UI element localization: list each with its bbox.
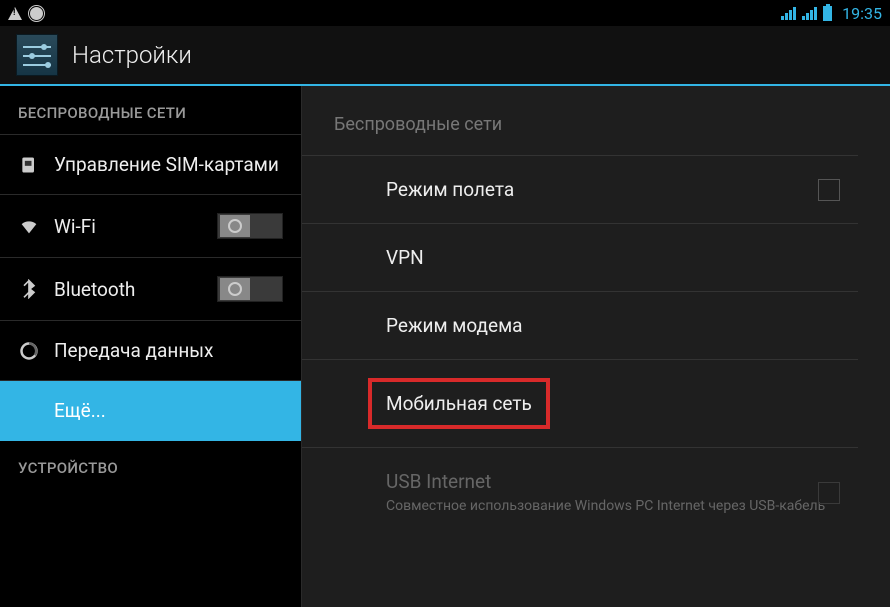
panel-item-tether[interactable]: Режим модема [302,292,858,360]
notification-icon [30,7,43,20]
sidebar-item-label: Ещё... [54,399,283,422]
sidebar-item-sim[interactable]: Управление SIM-картами [0,134,301,195]
sim-icon [18,154,40,176]
panel-item-label: Режим модема [386,314,523,337]
usb-checkbox [818,482,840,504]
sidebar-item-more[interactable]: Ещё... [0,381,301,441]
status-bar: 19:35 [0,0,890,26]
airplane-checkbox[interactable] [818,179,840,201]
sidebar-item-wifi[interactable]: Wi-Fi [0,195,301,258]
panel-item-label: USB Internet [386,470,491,493]
signal-icon [802,6,817,20]
panel-item-usb: USB Internet Совместное использование Wi… [302,448,858,537]
sidebar: БЕСПРОВОДНЫЕ СЕТИ Управление SIM-картами… [0,86,302,607]
wifi-toggle[interactable] [217,213,283,239]
section-header-wireless: БЕСПРОВОДНЫЕ СЕТИ [0,86,301,134]
bluetooth-toggle[interactable] [217,276,283,302]
panel-item-label: Режим полета [386,178,514,201]
sidebar-item-label: Wi-Fi [54,215,203,238]
panel-item-mobile[interactable]: Мобильная сеть [302,360,858,448]
blank-icon [18,400,40,422]
sidebar-item-bluetooth[interactable]: Bluetooth [0,258,301,321]
panel-item-label: Мобильная сеть [386,392,532,415]
section-header-device: УСТРОЙСТВО [0,441,301,489]
sidebar-item-label: Передача данных [54,339,283,362]
signal-icon [781,6,796,20]
panel-item-sub: Совместное использование Windows PC Inte… [386,497,858,515]
sidebar-item-data[interactable]: Передача данных [0,321,301,381]
settings-icon [16,34,58,76]
title-bar: Настройки [0,26,890,86]
content-panel: Беспроводные сети Режим полета VPN Режим… [302,86,890,607]
warning-icon [8,7,22,20]
bluetooth-icon [18,278,40,300]
panel-item-label: VPN [386,246,424,269]
page-title: Настройки [72,41,192,69]
clock: 19:35 [842,4,882,23]
battery-icon [823,6,832,21]
sidebar-item-label: Управление SIM-картами [54,153,283,176]
wifi-icon [18,215,40,237]
panel-header: Беспроводные сети [302,86,890,155]
panel-item-vpn[interactable]: VPN [302,224,858,292]
sidebar-item-label: Bluetooth [54,278,203,301]
panel-item-airplane[interactable]: Режим полета [302,155,858,224]
data-usage-icon [18,340,40,362]
